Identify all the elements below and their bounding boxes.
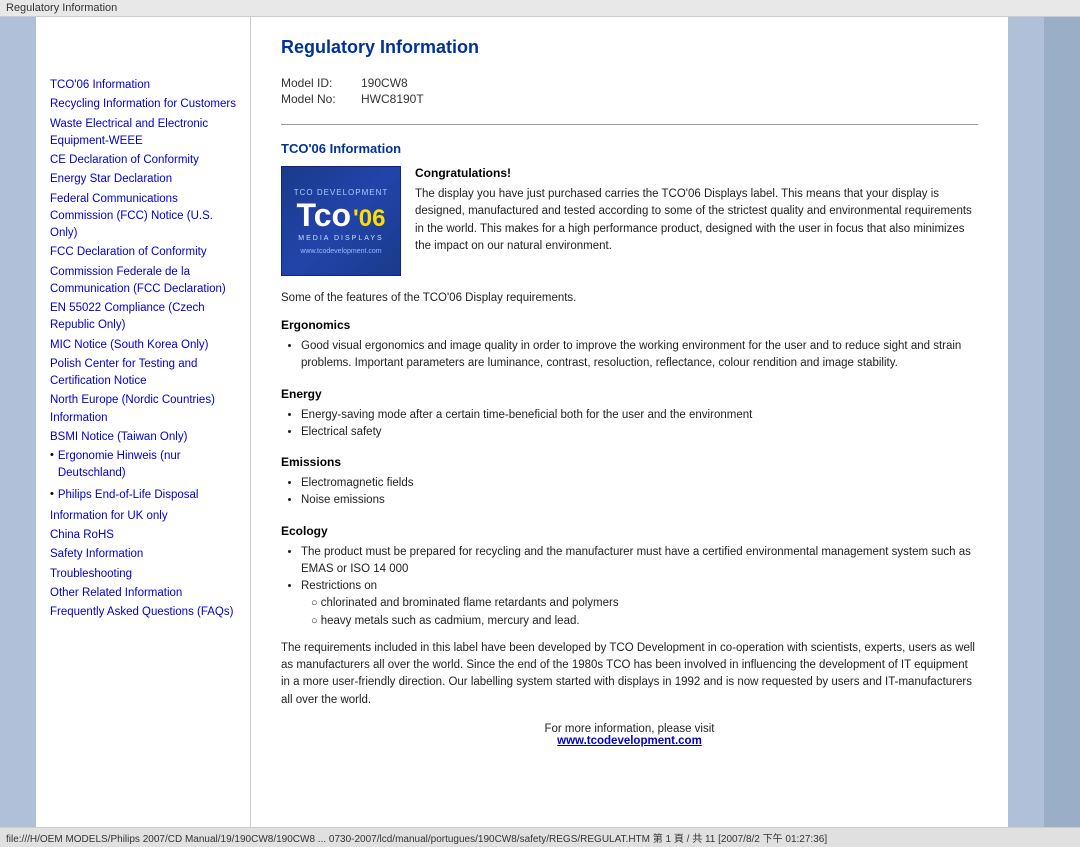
browser-title: Regulatory Information — [6, 2, 117, 14]
left-accent-bar — [0, 17, 36, 827]
model-id-row: Model ID: 190CW8 — [281, 76, 978, 90]
sidebar-link-ce[interactable]: CE Declaration of Conformity — [50, 152, 240, 169]
ergonomics-item-1: Good visual ergonomics and image quality… — [301, 338, 978, 373]
tco-logo-sub: MEDIA DISPLAYS — [298, 235, 383, 242]
sidebar-link-polish[interactable]: Polish Center for Testing and Certificat… — [50, 356, 240, 391]
tco-logo-year: '06 — [353, 207, 385, 231]
sidebar-link-safety[interactable]: Safety Information — [50, 546, 240, 563]
sidebar-link-commission[interactable]: Commission Federale de la Communication … — [50, 264, 240, 299]
congrats-heading: Congratulations! — [415, 166, 978, 180]
sidebar-nav: TCO'06 Information Recycling Information … — [36, 17, 251, 827]
emissions-item-1: Electromagnetic fields — [301, 475, 978, 492]
energy-item-1: Energy-saving mode after a certain time-… — [301, 407, 978, 424]
ecology-title: Ecology — [281, 524, 978, 538]
far-right-accent-bar — [1044, 17, 1080, 827]
model-id-label: Model ID: — [281, 76, 361, 90]
tco-logo-main: Tco — [297, 199, 352, 231]
sidebar-link-faqs[interactable]: Frequently Asked Questions (FAQs) — [50, 604, 240, 621]
sidebar-bullet-dot: • — [50, 488, 54, 500]
features-intro: Some of the features of the TCO'06 Displ… — [281, 292, 978, 304]
main-content-area: Regulatory Information Model ID: 190CW8 … — [251, 17, 1008, 827]
tco-section-title: TCO'06 Information — [281, 141, 978, 156]
sidebar-link-mic[interactable]: MIC Notice (South Korea Only) — [50, 337, 240, 354]
status-url: file:///H/OEM MODELS/Philips 2007/CD Man… — [6, 834, 827, 845]
model-info-table: Model ID: 190CW8 Model No: HWC8190T — [281, 76, 978, 106]
footer-paragraph: The requirements included in this label … — [281, 640, 978, 709]
browser-title-bar: Regulatory Information — [0, 0, 1080, 17]
emissions-title: Emissions — [281, 455, 978, 469]
sidebar-link-fccdecl[interactable]: FCC Declaration of Conformity — [50, 244, 240, 261]
sidebar-link-other[interactable]: Other Related Information — [50, 585, 240, 602]
emissions-list: Electromagnetic fields Noise emissions — [301, 475, 978, 510]
section-divider — [281, 124, 978, 125]
status-bar: file:///H/OEM MODELS/Philips 2007/CD Man… — [0, 827, 1080, 847]
model-id-value: 190CW8 — [361, 76, 408, 90]
sidebar-link-ukonly[interactable]: Information for UK only — [50, 508, 240, 525]
congrats-text: The display you have just purchased carr… — [415, 186, 978, 255]
energy-title: Energy — [281, 387, 978, 401]
ecology-item-2: Restrictions on chlorinated and brominat… — [301, 578, 978, 630]
sidebar-link-fcc[interactable]: Federal Communications Commission (FCC) … — [50, 191, 240, 243]
footer-link[interactable]: www.tcodevelopment.com — [557, 735, 702, 747]
model-no-value: HWC8190T — [361, 92, 424, 106]
ecology-sub-item-1: chlorinated and brominated flame retarda… — [311, 595, 978, 612]
sidebar-bullet-dot: • — [50, 449, 54, 461]
ergonomics-title: Ergonomics — [281, 318, 978, 332]
ecology-list: The product must be prepared for recycli… — [301, 544, 978, 630]
tco-logo: Tco Development Tco '06 MEDIA DISPLAYS w… — [281, 166, 401, 276]
emissions-item-2: Noise emissions — [301, 492, 978, 509]
sidebar-link-troubleshooting[interactable]: Troubleshooting — [50, 566, 240, 583]
sidebar-link-philips[interactable]: Philips End-of-Life Disposal — [58, 487, 199, 504]
ecology-item-1: The product must be prepared for recycli… — [301, 544, 978, 579]
sidebar-bullet-item-ergonomie: • Ergonomie Hinweis (nur Deutschland) — [50, 448, 240, 485]
sidebar-link-recycling[interactable]: Recycling Information for Customers — [50, 96, 240, 113]
footer-visit-area: For more information, please visit www.t… — [281, 723, 978, 747]
model-no-row: Model No: HWC8190T — [281, 92, 978, 106]
sidebar-link-en55022[interactable]: EN 55022 Compliance (Czech Republic Only… — [50, 300, 240, 335]
energy-item-2: Electrical safety — [301, 424, 978, 441]
page-title: Regulatory Information — [281, 37, 978, 58]
tco-info-block: Tco Development Tco '06 MEDIA DISPLAYS w… — [281, 166, 978, 276]
tco-logo-top: Tco Development — [294, 188, 389, 197]
sidebar-link-bsmi[interactable]: BSMI Notice (Taiwan Only) — [50, 429, 240, 446]
energy-list: Energy-saving mode after a certain time-… — [301, 407, 978, 442]
tco-logo-web: www.tcodevelopment.com — [300, 248, 381, 255]
ergonomics-list: Good visual ergonomics and image quality… — [301, 338, 978, 373]
sidebar-link-chinarohs[interactable]: China RoHS — [50, 527, 240, 544]
sidebar-link-nordic[interactable]: North Europe (Nordic Countries) Informat… — [50, 392, 240, 427]
footer-visit-text: For more information, please visit — [544, 723, 714, 735]
sidebar-links-container: TCO'06 Information Recycling Information … — [50, 77, 240, 621]
ecology-sub-list: chlorinated and brominated flame retarda… — [311, 595, 978, 630]
sidebar-link-energystar[interactable]: Energy Star Declaration — [50, 171, 240, 188]
sidebar-link-weee[interactable]: Waste Electrical and Electronic Equipmen… — [50, 116, 240, 151]
right-accent-bar — [1008, 17, 1044, 827]
sidebar-link-ergonomie[interactable]: Ergonomie Hinweis (nur Deutschland) — [58, 448, 240, 483]
ecology-sub-item-2: heavy metals such as cadmium, mercury an… — [311, 613, 978, 630]
sidebar-link-tco06[interactable]: TCO'06 Information — [50, 77, 240, 94]
model-no-label: Model No: — [281, 92, 361, 106]
tco-text-block: Congratulations! The display you have ju… — [415, 166, 978, 255]
sidebar-bullet-item-philips: • Philips End-of-Life Disposal — [50, 487, 240, 506]
